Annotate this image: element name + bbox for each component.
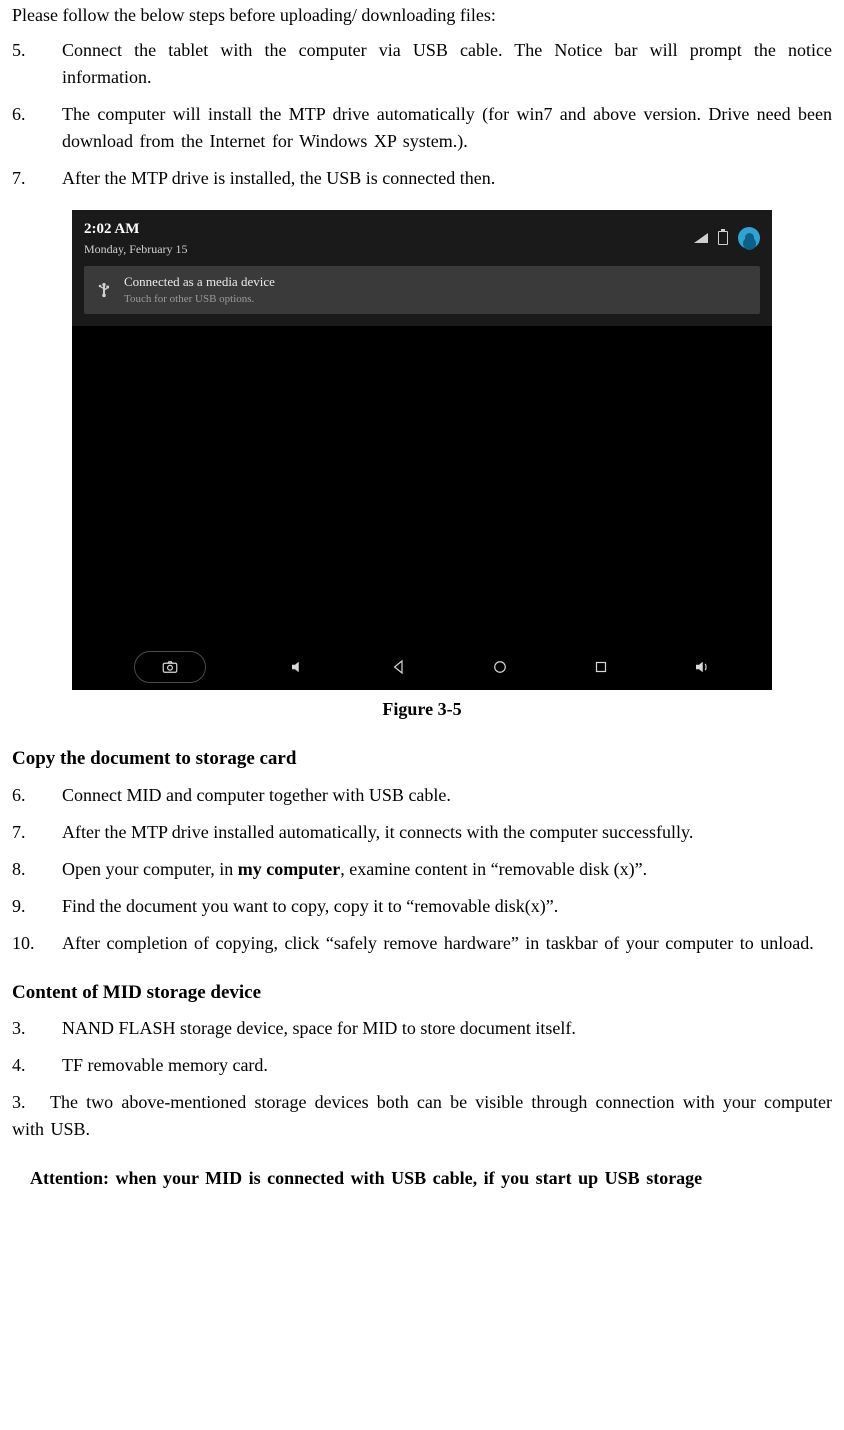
statusbar-icons	[694, 227, 760, 249]
list-number: 5.	[12, 37, 62, 91]
statusbar: 2:02 AM Monday, February 15	[84, 218, 760, 258]
user-avatar-icon[interactable]	[738, 227, 760, 249]
nav-bar	[72, 644, 772, 690]
date-text: Monday, February 15	[84, 240, 694, 258]
list1-item-7: 7. After the MTP drive is installed, the…	[12, 165, 832, 192]
back-icon[interactable]	[390, 658, 408, 676]
heading-copy: Copy the document to storage card	[12, 745, 832, 774]
list-text: TF removable memory card.	[62, 1052, 832, 1079]
list-number: 7.	[12, 165, 62, 192]
list-text: After completion of copying, click “safe…	[62, 930, 832, 957]
para-3: 3. The two above-mentioned storage devic…	[12, 1089, 832, 1143]
list2-item-7: 7. After the MTP drive installed automat…	[12, 819, 832, 846]
figure-3-5: 2:02 AM Monday, February 15 Connected as…	[72, 210, 772, 690]
volume-down-icon[interactable]	[289, 658, 307, 676]
list-number: 6.	[12, 101, 62, 155]
battery-icon	[718, 231, 728, 245]
list-text: After the MTP drive is installed, the US…	[62, 165, 832, 192]
usb-notification[interactable]: Connected as a media device Touch for ot…	[84, 266, 760, 314]
list2-item-10: 10. After completion of copying, click “…	[12, 930, 832, 957]
list-text: The computer will install the MTP drive …	[62, 101, 832, 155]
camera-icon	[161, 658, 179, 676]
list-number: 10.	[12, 930, 62, 957]
document-page: Please follow the below steps before upl…	[0, 2, 844, 1232]
list-number: 9.	[12, 893, 62, 920]
notification-text: Connected as a media device Touch for ot…	[124, 272, 275, 308]
list-text: Open your computer, in my computer, exam…	[62, 856, 832, 883]
list2-item-9: 9. Find the document you want to copy, c…	[12, 893, 832, 920]
list-number: 8.	[12, 856, 62, 883]
notification-title: Connected as a media device	[124, 272, 275, 292]
notification-subtitle: Touch for other USB options.	[124, 291, 275, 308]
list3-item-4: 4. TF removable memory card.	[12, 1052, 832, 1079]
list3-item-3: 3. NAND FLASH storage device, space for …	[12, 1015, 832, 1042]
signal-icon	[694, 233, 708, 243]
list2-item-8: 8. Open your computer, in my computer, e…	[12, 856, 832, 883]
attention-text: Attention: when your MID is connected wi…	[12, 1165, 832, 1192]
volume-up-icon[interactable]	[693, 658, 711, 676]
usb-icon	[94, 280, 114, 300]
heading-content: Content of MID storage device	[12, 979, 832, 1008]
list-number: 4.	[12, 1052, 62, 1079]
list2-item-6: 6. Connect MID and computer together wit…	[12, 782, 832, 809]
list-number: 7.	[12, 819, 62, 846]
notification-shade: 2:02 AM Monday, February 15 Connected as…	[72, 210, 772, 326]
list-text: Find the document you want to copy, copy…	[62, 893, 832, 920]
home-icon[interactable]	[491, 658, 509, 676]
statusbar-datetime: 2:02 AM Monday, February 15	[84, 218, 694, 258]
list-number: 6.	[12, 782, 62, 809]
list-text: NAND FLASH storage device, space for MID…	[62, 1015, 832, 1042]
intro-text: Please follow the below steps before upl…	[12, 2, 832, 29]
tablet-body	[72, 326, 772, 644]
list-text: After the MTP drive installed automatica…	[62, 819, 832, 846]
list-text: Connect MID and computer together with U…	[62, 782, 832, 809]
time-text: 2:02 AM	[84, 218, 694, 241]
figure-caption: Figure 3-5	[12, 696, 832, 723]
list1-item-5: 5. Connect the tablet with the computer …	[12, 37, 832, 91]
tablet-screenshot: 2:02 AM Monday, February 15 Connected as…	[72, 210, 772, 690]
recent-icon[interactable]	[592, 658, 610, 676]
list-text: Connect the tablet with the computer via…	[62, 37, 832, 91]
list-number: 3.	[12, 1015, 62, 1042]
list1-item-6: 6. The computer will install the MTP dri…	[12, 101, 832, 155]
nav-screenshot-button[interactable]	[134, 651, 206, 683]
